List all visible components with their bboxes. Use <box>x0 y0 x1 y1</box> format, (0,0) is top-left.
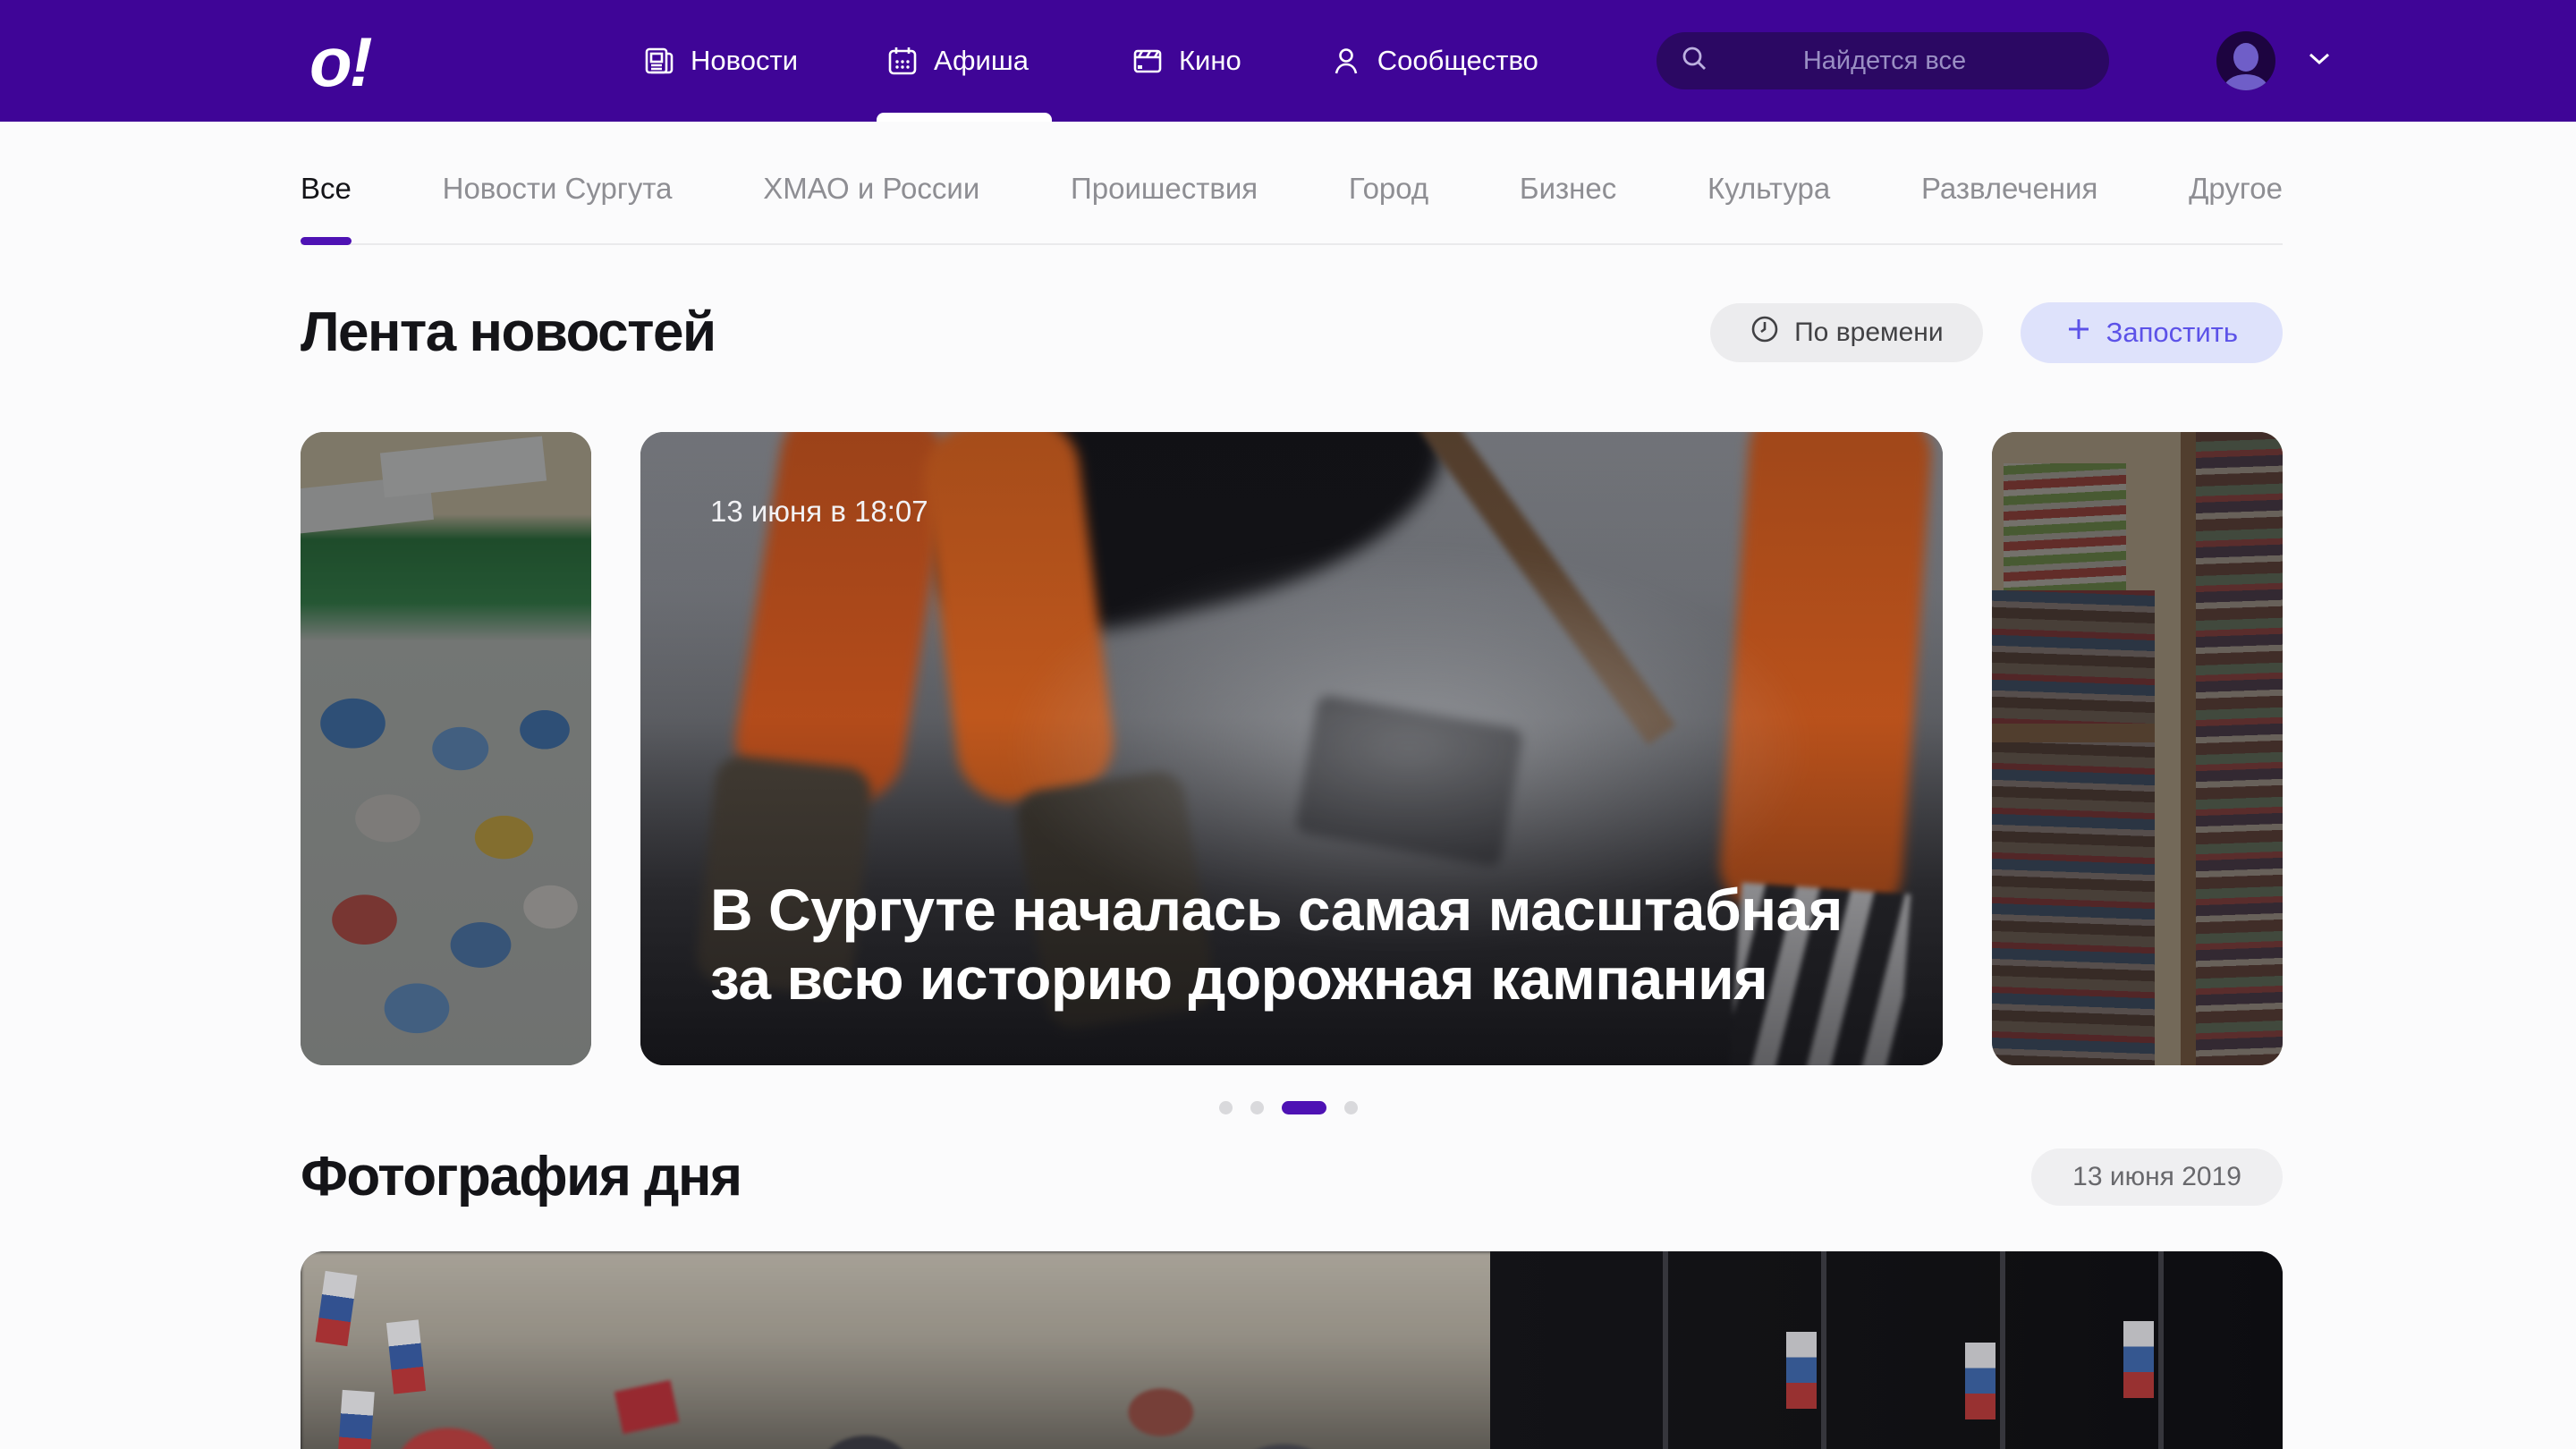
tab-culture[interactable]: Культура <box>1707 172 1830 206</box>
active-tab-indicator <box>301 237 352 245</box>
carousel-slide-left[interactable] <box>301 432 591 1065</box>
avatar-head <box>2233 43 2258 72</box>
calendar-icon <box>886 44 919 78</box>
carousel-dot[interactable] <box>1250 1101 1264 1114</box>
sort-by-time-button[interactable]: По времени <box>1710 303 1983 362</box>
search-icon <box>1680 44 1710 79</box>
carousel-slide-main[interactable]: 13 июня в 18:07 В Сургуте началась самая… <box>640 432 1943 1065</box>
app-header: o! Новости <box>0 0 2576 122</box>
main-nav: Новости Афиша <box>637 0 1544 122</box>
carousel-pagination <box>0 1101 2576 1114</box>
nav-item-community[interactable]: Сообщество <box>1324 0 1544 122</box>
headline-line-2: за всю историю дорожная кампания <box>710 945 1893 1013</box>
section-title: Фотография дня <box>301 1145 741 1208</box>
nav-item-news[interactable]: Новости <box>637 0 803 122</box>
news-headline: В Сургуте началась самая масштабная за в… <box>710 876 1893 1013</box>
tab-other[interactable]: Другое <box>2189 172 2283 206</box>
site-logo[interactable]: o! <box>309 21 370 103</box>
tab-entertainment[interactable]: Развлечения <box>1921 172 2097 206</box>
photo-dark-overlay <box>1992 432 2283 1065</box>
nav-label: Сообщество <box>1377 45 1538 77</box>
nav-label: Кино <box>1179 45 1241 77</box>
news-carousel: 13 июня в 18:07 В Сургуте началась самая… <box>301 432 2283 1065</box>
tab-all[interactable]: Все <box>301 172 352 206</box>
feed-header: Лента новостей По времени Запостить <box>301 301 2283 364</box>
tab-hmao-russia[interactable]: ХМАО и России <box>763 172 979 206</box>
news-datetime: 13 июня в 18:07 <box>710 495 928 529</box>
nav-label: Афиша <box>934 45 1029 77</box>
search-input[interactable] <box>1710 47 2086 76</box>
avatar-body <box>2224 74 2268 90</box>
carousel-dot-active[interactable] <box>1282 1101 1326 1114</box>
tab-incidents[interactable]: Проишествия <box>1071 172 1258 206</box>
photo-of-day-image[interactable] <box>301 1251 2283 1449</box>
photo-of-day-header: Фотография дня 13 июня 2019 <box>301 1145 2283 1208</box>
create-post-button[interactable]: Запостить <box>2021 302 2283 363</box>
page-title: Лента новостей <box>301 301 716 364</box>
tab-business[interactable]: Бизнес <box>1520 172 1616 206</box>
nav-item-afisha[interactable]: Афиша <box>880 0 1048 122</box>
clapperboard-icon <box>1131 44 1165 78</box>
carousel-dot[interactable] <box>1344 1101 1358 1114</box>
carousel-dot[interactable] <box>1219 1101 1233 1114</box>
clock-icon <box>1750 314 1780 352</box>
sort-button-label: По времени <box>1794 318 1944 348</box>
photo-dark-overlay <box>301 1251 2283 1449</box>
person-icon <box>1329 44 1363 78</box>
search-bar <box>1657 32 2109 89</box>
avatar[interactable] <box>2216 31 2275 90</box>
plus-icon <box>2065 316 2092 350</box>
chevron-down-icon[interactable] <box>2308 52 2331 71</box>
newspaper-icon <box>642 44 676 78</box>
tab-city[interactable]: Город <box>1349 172 1428 206</box>
headline-line-1: В Сургуте началась самая масштабная <box>710 876 1893 945</box>
photo-dark-overlay <box>301 432 591 1065</box>
date-badge: 13 июня 2019 <box>2031 1148 2283 1206</box>
tab-surgut-news[interactable]: Новости Сургута <box>443 172 673 206</box>
carousel-slide-right[interactable] <box>1992 432 2283 1065</box>
nav-label: Новости <box>691 45 798 77</box>
feed-controls: По времени Запостить <box>1710 302 2283 363</box>
nav-item-cinema[interactable]: Кино <box>1125 0 1247 122</box>
category-tabs: Все Новости Сургута ХМАО и России Проише… <box>301 122 2283 245</box>
post-button-label: Запостить <box>2106 317 2238 349</box>
